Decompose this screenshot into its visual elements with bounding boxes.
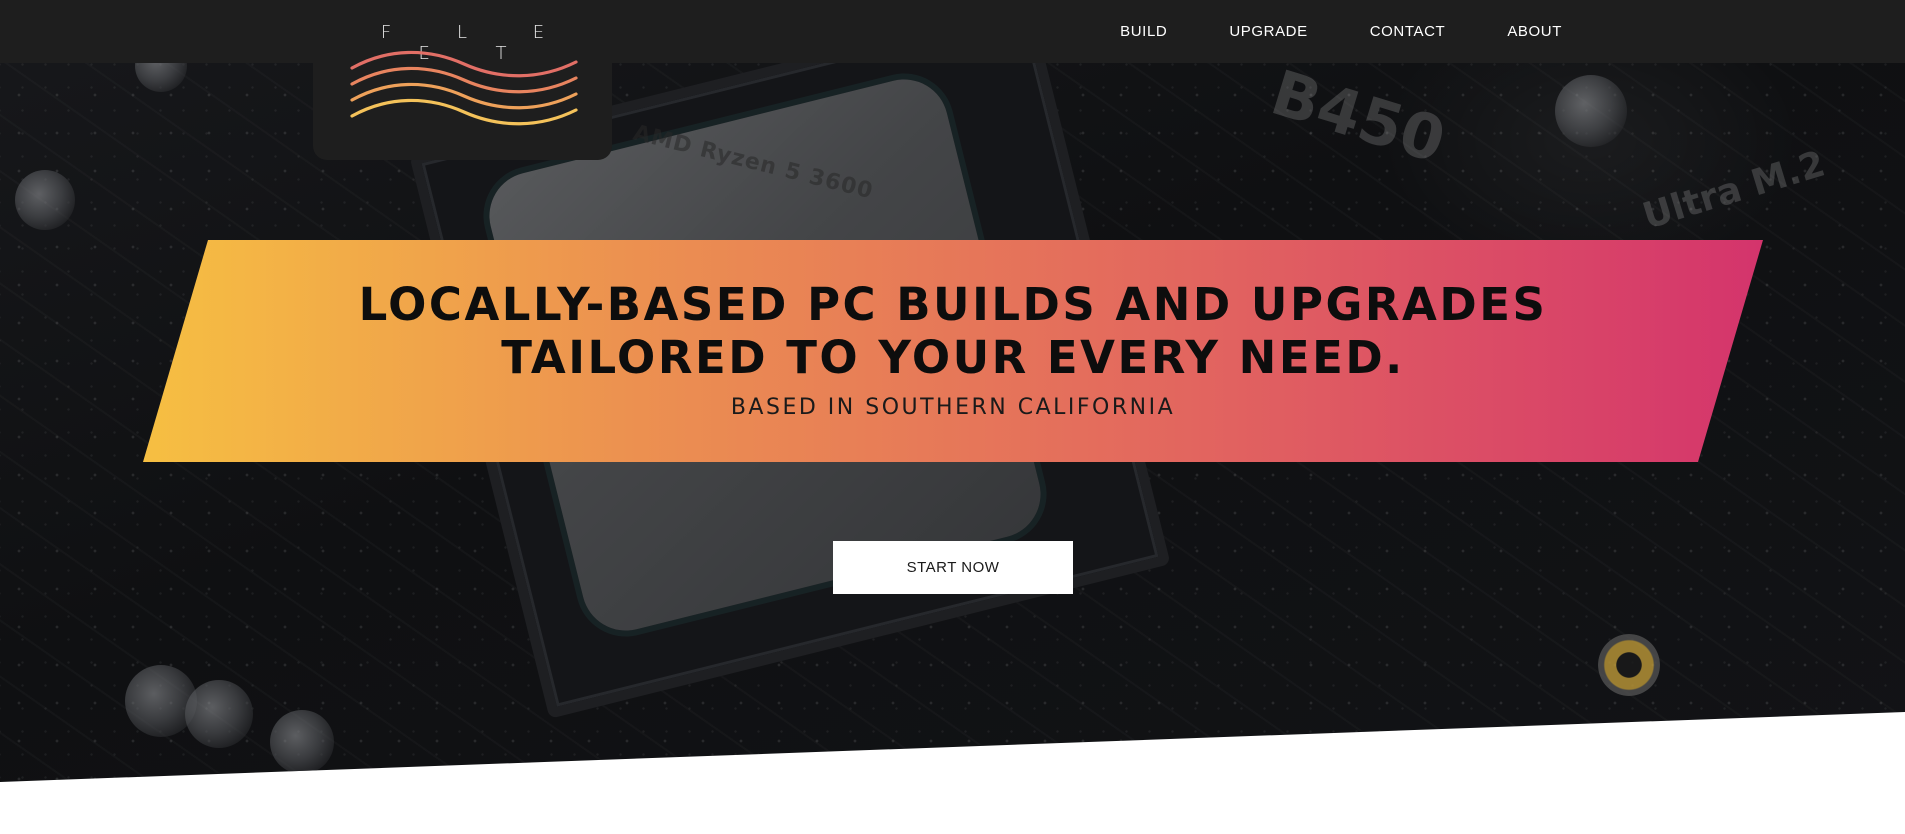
hero-headline-line-1: LOCALLY-BASED PC BUILDS AND UPGRADES [358, 278, 1548, 331]
nav-link-about[interactable]: ABOUT [1507, 23, 1562, 40]
start-now-button[interactable]: START NOW [833, 541, 1073, 594]
main-nav: BUILD UPGRADE CONTACT ABOUT [1058, 0, 1562, 63]
wave-logo-icon [350, 50, 578, 126]
hero-banner: LOCALLY-BASED PC BUILDS AND UPGRADES TAI… [143, 240, 1763, 462]
capacitor-graphic [15, 170, 75, 230]
hero-headline-line-2: TAILORED TO YOUR EVERY NEED. [501, 331, 1405, 384]
capacitor-graphic [1555, 75, 1627, 147]
capacitor-graphic [270, 710, 334, 774]
nav-link-upgrade[interactable]: UPGRADE [1229, 23, 1307, 40]
hero-headline: LOCALLY-BASED PC BUILDS AND UPGRADES TAI… [143, 278, 1763, 384]
capacitor-graphic [185, 680, 253, 748]
capacitor-graphic [125, 665, 197, 737]
logo[interactable]: F L E E T [313, 0, 612, 160]
nav-link-contact[interactable]: CONTACT [1370, 23, 1446, 40]
mounting-hole-graphic [1598, 634, 1660, 696]
page: AMD Ryzen 5 3600 B450 Ultra M.2 BUILD UP… [0, 0, 1905, 834]
hero-subheadline: BASED IN SOUTHERN CALIFORNIA [730, 395, 1176, 420]
nav-link-build[interactable]: BUILD [1120, 23, 1167, 40]
top-navbar: BUILD UPGRADE CONTACT ABOUT [0, 0, 1905, 63]
